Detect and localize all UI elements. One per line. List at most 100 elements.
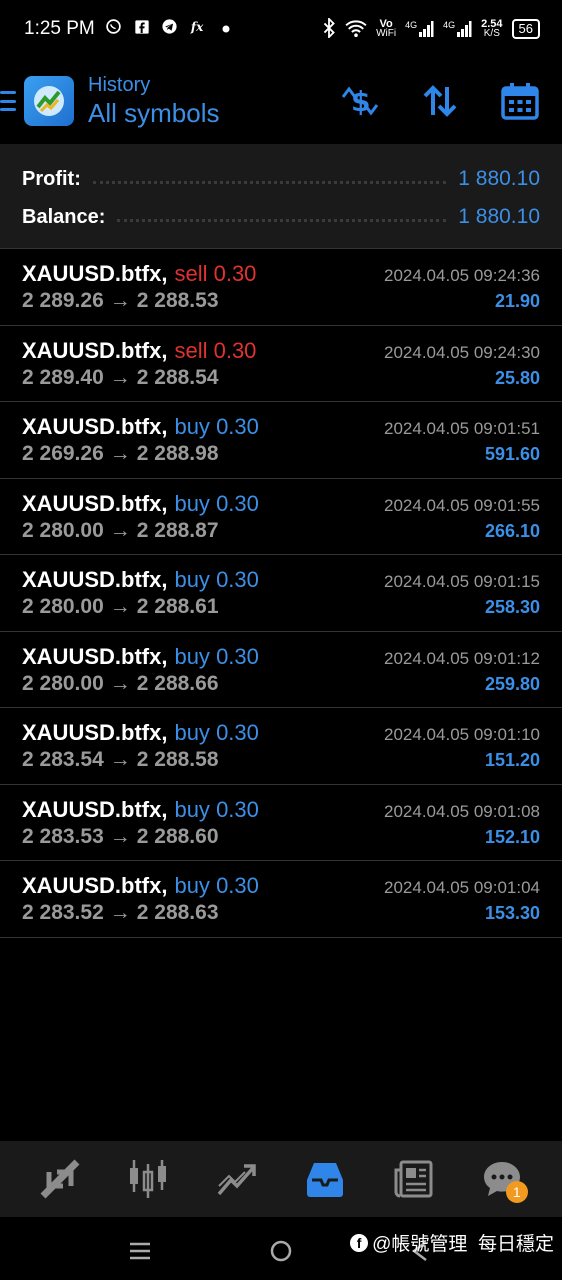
wifi-icon: [345, 19, 367, 40]
deal-close-price: 2 288.60: [136, 824, 219, 848]
deal-time: 2024.04.05 09:01:55: [384, 495, 540, 515]
deal-type: sell 0.30: [174, 261, 257, 286]
deal-close-price: 2 288.61: [136, 595, 219, 618]
deal-type: buy 0.30: [174, 796, 259, 822]
header-titles: History All symbols: [88, 73, 219, 129]
nav-history[interactable]: [295, 1149, 355, 1209]
deal-time: 2024.04.05 09:01:04: [384, 878, 540, 897]
deal-symbol: XAUUSD.btfx,: [22, 414, 168, 439]
signal-2-label: 4G: [443, 20, 456, 30]
nav-messages[interactable]: 1: [472, 1149, 532, 1209]
svg-text:fx: fx: [190, 20, 204, 34]
deal-open-price: 2 280.00: [22, 595, 104, 618]
arrow-icon: →: [109, 518, 131, 542]
deal-close-price: 2 288.66: [136, 671, 219, 695]
deal-symbol: XAUUSD.btfx,: [22, 873, 168, 898]
deal-time: 2024.04.05 09:24:36: [384, 266, 540, 285]
arrow-icon: →: [109, 671, 131, 695]
deal-symbol: XAUUSD.btfx,: [22, 720, 168, 745]
deal-row[interactable]: XAUUSD.btfx, buy 0.30 2024.04.05 09:01:08 …: [0, 785, 562, 861]
deal-open-price: 2 283.54: [22, 748, 104, 771]
deal-profit: 21.90: [494, 291, 540, 311]
facebook-icon: f: [350, 1233, 369, 1252]
arrow-icon: →: [109, 901, 131, 924]
cell-signal-icon: [419, 21, 434, 37]
deal-row[interactable]: XAUUSD.btfx, sell 0.30 2024.04.05 09:24:36…: [0, 249, 562, 326]
deal-profit: 152.10: [484, 826, 540, 847]
nav-chart[interactable]: [118, 1149, 178, 1209]
deal-symbol: XAUUSD.btfx,: [22, 643, 168, 669]
deal-row[interactable]: XAUUSD.btfx, buy 0.30 2024.04.05 09:01:15 …: [0, 555, 562, 632]
network-speed-unit: K/S: [483, 28, 500, 39]
deal-time: 2024.04.05 09:01:51: [384, 419, 540, 438]
trade-icon: [217, 1164, 256, 1196]
deal-type: buy 0.30: [174, 873, 259, 898]
sort-button[interactable]: [420, 81, 460, 121]
chart-icon: [130, 1160, 167, 1198]
deal-symbol: XAUUSD.btfx,: [22, 490, 168, 516]
profit-row: Profit: 1 880.10: [22, 160, 540, 198]
account-summary: Profit: 1 880.10 Balance: 1 880.10: [0, 144, 562, 249]
deal-type: buy 0.30: [174, 720, 259, 745]
header-actions: $: [340, 81, 562, 121]
deal-symbol: XAUUSD.btfx,: [22, 567, 168, 592]
deal-open-price: 2 289.40: [22, 365, 104, 389]
signal-2: 4G: [443, 20, 472, 38]
nav-quotes[interactable]: [30, 1149, 90, 1209]
deal-time: 2024.04.05 09:01:10: [384, 725, 540, 744]
home-button[interactable]: [261, 1231, 301, 1271]
nav-trade[interactable]: [207, 1149, 267, 1209]
deal-open-price: 2 283.52: [22, 901, 104, 924]
nav-news[interactable]: [383, 1149, 443, 1209]
whatsapp-icon: [105, 18, 123, 40]
deal-type: sell 0.30: [174, 337, 257, 363]
deal-symbol: XAUUSD.btfx,: [22, 261, 168, 286]
deal-row[interactable]: XAUUSD.btfx, buy 0.30 2024.04.05 09:01:10 …: [0, 708, 562, 785]
deal-row[interactable]: XAUUSD.btfx, buy 0.30 2024.04.05 09:01:51 …: [0, 402, 562, 479]
dollar-exchange-icon: $: [341, 85, 379, 118]
metatrader-logo[interactable]: [24, 76, 74, 126]
deal-close-price: 2 288.54: [136, 365, 219, 389]
page-title[interactable]: All symbols: [88, 97, 219, 129]
deal-row[interactable]: XAUUSD.btfx, buy 0.30 2024.04.05 09:01:55 …: [0, 479, 562, 555]
deal-close-price: 2 288.87: [136, 518, 219, 542]
deal-close-price: 2 288.53: [136, 289, 219, 312]
status-time: 1:25 PM: [24, 18, 95, 39]
menu-icon[interactable]: [0, 89, 18, 113]
profit-label: Profit:: [22, 167, 81, 190]
status-bar: 1:25 PM fx Vo WiFi 4G 4G 2.54 K/S 56: [0, 0, 562, 58]
signal-1-label: 4G: [405, 20, 418, 30]
battery-indicator: 56: [511, 19, 540, 39]
vowifi-bottom: WiFi: [376, 28, 397, 39]
watermark: f @帳號管理 每日穩定: [350, 1229, 554, 1256]
cell-signal-icon: [457, 21, 472, 37]
status-left: 1:25 PM fx: [24, 18, 235, 40]
deal-time: 2024.04.05 09:01:15: [384, 572, 540, 591]
sort-icon: [423, 85, 457, 117]
recent-apps-button[interactable]: [120, 1231, 160, 1271]
deal-open-price: 2 289.26: [22, 289, 104, 312]
calendar-button[interactable]: [500, 81, 540, 121]
deal-open-price: 2 269.26: [22, 442, 104, 465]
deal-profit: 151.20: [484, 750, 540, 770]
system-nav-bar: f @帳號管理 每日穩定: [0, 1217, 562, 1280]
arrow-icon: →: [109, 289, 131, 312]
deals-list: XAUUSD.btfx, sell 0.30 2024.04.05 09:24:36…: [0, 249, 562, 938]
deal-symbol: XAUUSD.btfx,: [22, 337, 168, 363]
history-icon: [307, 1163, 344, 1197]
deal-row[interactable]: XAUUSD.btfx, sell 0.30 2024.04.05 09:24:30…: [0, 326, 562, 402]
deal-row[interactable]: XAUUSD.btfx, buy 0.30 2024.04.05 09:01:12 …: [0, 632, 562, 708]
deposit-withdrawal-button[interactable]: $: [340, 81, 380, 121]
deal-open-price: 2 283.53: [22, 824, 104, 848]
deal-time: 2024.04.05 09:01:12: [384, 648, 540, 668]
bluetooth-icon: [322, 16, 336, 41]
recent-apps-icon: [130, 1242, 150, 1260]
arrow-icon: →: [109, 442, 131, 465]
arrow-icon: →: [109, 365, 131, 389]
app-header: History All symbols $: [0, 58, 562, 144]
deal-time: 2024.04.05 09:01:08: [384, 801, 540, 821]
signal-1: 4G: [405, 20, 434, 38]
deal-profit: 25.80: [494, 367, 540, 388]
arrow-icon: →: [109, 595, 131, 618]
deal-row[interactable]: XAUUSD.btfx, buy 0.30 2024.04.05 09:01:04 …: [0, 861, 562, 938]
